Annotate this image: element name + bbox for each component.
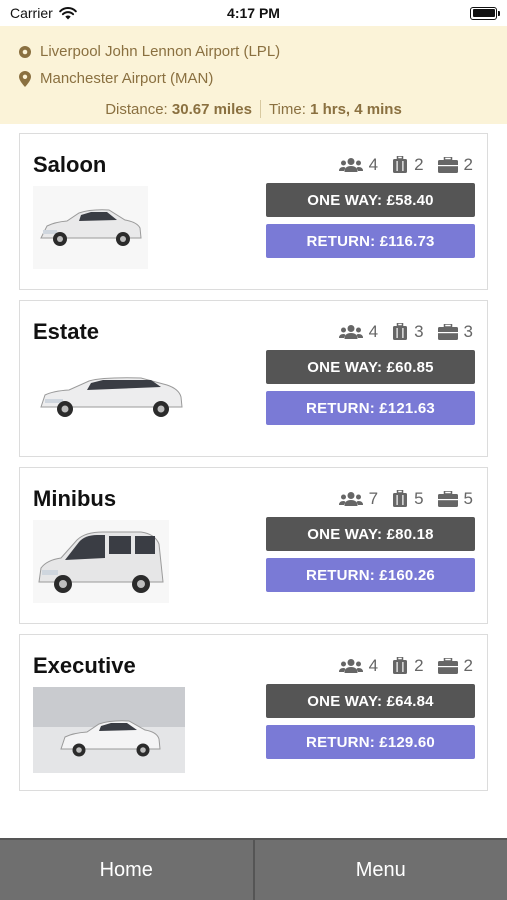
vehicle-card-minibus: Minibus 7 5 5 ONE WAY: £80.18 RETURN: £1… [19,467,488,624]
vehicle-name: Saloon [33,152,107,177]
luggage-capacity: 3 [392,322,424,342]
distance-label: Distance: [105,100,168,118]
hand-luggage-count: 5 [463,489,473,508]
hand-luggage-capacity: 2 [437,155,473,175]
meta-divider [259,100,261,118]
suitcase-icon [393,490,408,507]
bottom-tab-bar: Home Menu [0,838,507,900]
hand-luggage-capacity: 5 [437,489,473,509]
return-button[interactable]: RETURN: £160.26 [266,558,475,592]
users-icon [338,325,363,339]
luggage-capacity: 5 [392,489,424,509]
wifi-icon [58,6,77,19]
capacity-info: 7 5 5 [338,489,473,509]
capacity-info: 4 3 3 [338,322,473,342]
return-button[interactable]: RETURN: £121.63 [266,391,475,425]
vehicle-card-executive: Executive 4 2 2 ONE WAY: £64.84 RETURN: … [19,634,488,791]
users-icon [338,158,363,172]
passengers-capacity: 7 [338,489,379,509]
vehicle-list: Saloon 4 2 2 ONE WAY: £58.40 RETURN: £11… [0,124,507,791]
hand-luggage-count: 3 [463,322,473,341]
passengers-count: 7 [368,489,379,508]
briefcase-icon [437,157,458,173]
suitcase-icon [393,156,408,173]
vehicle-name: Minibus [33,486,117,511]
passengers-count: 4 [368,155,379,174]
route-summary: Liverpool John Lennon Airport (LPL) Manc… [0,26,507,124]
one-way-button[interactable]: ONE WAY: £60.85 [266,350,475,384]
one-way-button[interactable]: ONE WAY: £64.84 [266,684,475,718]
luggage-capacity: 2 [392,155,424,175]
time-info: Time: 1 hrs, 4 mins [263,101,408,118]
users-icon [338,492,363,506]
hand-luggage-capacity: 3 [437,322,473,342]
return-button[interactable]: RETURN: £129.60 [266,725,475,759]
time-label: Time: [268,100,306,118]
distance-value: 30.67 miles [171,100,252,118]
luggage-count: 3 [414,322,424,341]
passengers-count: 4 [368,656,379,675]
passengers-count: 4 [368,322,379,341]
briefcase-icon [437,658,458,674]
briefcase-icon [437,324,458,340]
map-pin-icon [19,70,31,87]
passengers-capacity: 4 [338,155,379,175]
passengers-capacity: 4 [338,322,379,342]
hand-luggage-count: 2 [463,656,473,675]
origin-circle-icon [19,45,31,58]
battery-icon [470,6,500,20]
capacity-info: 4 2 2 [338,155,473,175]
time-value: 1 hrs, 4 mins [310,100,402,118]
status-bar: Carrier 4:17 PM [0,0,507,26]
suitcase-icon [393,323,408,340]
estate-car-image [33,353,188,436]
vehicle-name: Executive [33,653,136,678]
briefcase-icon [437,491,458,507]
capacity-info: 4 2 2 [338,656,473,676]
return-button[interactable]: RETURN: £116.73 [266,224,475,258]
destination-label: Manchester Airport (MAN) [40,70,214,87]
one-way-button[interactable]: ONE WAY: £80.18 [266,517,475,551]
vehicle-card-saloon: Saloon 4 2 2 ONE WAY: £58.40 RETURN: £11… [19,133,488,290]
one-way-button[interactable]: ONE WAY: £58.40 [266,183,475,217]
home-tab[interactable]: Home [0,840,255,900]
route-origin: Liverpool John Lennon Airport (LPL) [18,38,489,65]
carrier-label: Carrier [10,5,53,21]
hand-luggage-count: 2 [463,155,473,174]
suitcase-icon [393,657,408,674]
luggage-count: 2 [414,656,424,675]
users-icon [338,659,363,673]
vehicle-card-estate: Estate 4 3 3 ONE WAY: £60.85 RETURN: £12… [19,300,488,457]
route-meta: Distance: 30.67 miles Time: 1 hrs, 4 min… [18,94,489,124]
vehicle-name: Estate [33,319,100,344]
distance-info: Distance: 30.67 miles [99,101,258,118]
executive-car-image [33,687,185,773]
status-left: Carrier [10,5,77,21]
route-destination: Manchester Airport (MAN) [18,65,489,92]
luggage-count: 5 [414,489,424,508]
passengers-capacity: 4 [338,656,379,676]
menu-tab[interactable]: Menu [255,840,507,900]
saloon-car-image [33,186,148,269]
luggage-capacity: 2 [392,656,424,676]
origin-label: Liverpool John Lennon Airport (LPL) [40,43,281,60]
hand-luggage-capacity: 2 [437,656,473,676]
minibus-image [33,520,169,603]
luggage-count: 2 [414,155,424,174]
